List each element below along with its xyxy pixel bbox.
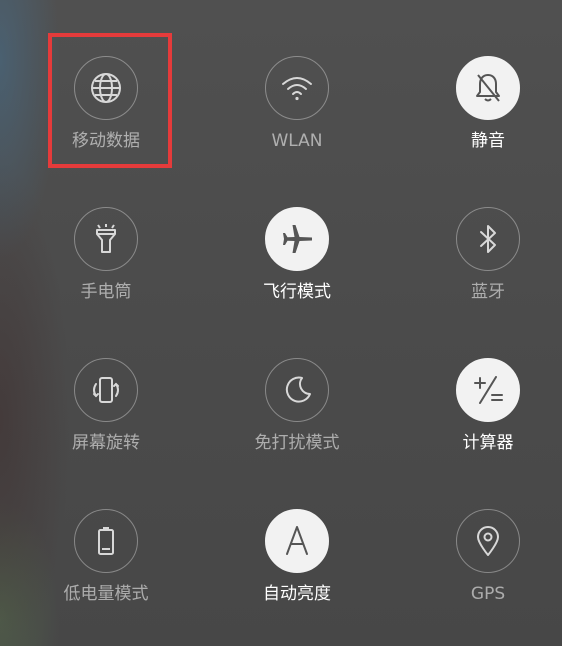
battery-saver-label: 低电量模式 [63,584,149,604]
rotation-toggle[interactable] [74,358,138,422]
flashlight-toggle[interactable] [74,207,138,271]
bell-off-icon [476,74,500,102]
wifi-icon [282,77,312,101]
tile-calculator[interactable]: 计算器 [408,358,562,478]
dnd-toggle[interactable] [265,358,329,422]
tile-battery-saver[interactable]: 低电量模式 [26,509,186,629]
tile-flashlight[interactable]: 手电筒 [26,207,186,327]
airplane-toggle[interactable] [265,207,329,271]
brightness-a-icon [286,526,308,555]
tile-auto-brightness[interactable]: 自动亮度 [217,509,377,629]
rotation-label: 屏幕旋转 [72,433,140,453]
flashlight-label: 手电筒 [80,282,132,302]
bluetooth-label: 蓝牙 [471,282,505,302]
silent-toggle[interactable] [456,56,520,120]
rotate-icon [93,377,119,403]
calculator-button[interactable] [456,358,520,422]
mobile-data-highlight-box [48,33,172,168]
wlan-toggle[interactable] [265,56,329,120]
gps-toggle[interactable] [456,509,520,573]
location-pin-icon [477,526,499,556]
bluetooth-toggle[interactable] [456,207,520,271]
airplane-label: 飞行模式 [263,282,331,302]
tile-silent[interactable]: 静音 [408,56,562,176]
tile-airplane[interactable]: 飞行模式 [217,207,377,327]
wlan-label: WLAN [271,131,323,151]
calculator-icon [474,376,503,404]
moon-icon [285,376,311,403]
tile-bluetooth[interactable]: 蓝牙 [408,207,562,327]
battery-saver-toggle[interactable] [74,509,138,573]
tile-dnd[interactable]: 免打扰模式 [217,358,377,478]
tile-gps[interactable]: GPS [408,509,562,629]
bluetooth-icon [480,225,496,253]
flashlight-icon [96,224,116,253]
tile-wlan[interactable]: WLAN [217,56,377,176]
silent-label: 静音 [471,131,505,151]
gps-label: GPS [470,584,506,604]
airplane-icon [283,225,312,253]
auto-brightness-label: 自动亮度 [263,584,331,604]
auto-brightness-toggle[interactable] [265,509,329,573]
battery-icon [98,527,114,555]
tile-rotation[interactable]: 屏幕旋转 [26,358,186,478]
calculator-label: 计算器 [462,433,514,453]
dnd-label: 免打扰模式 [254,433,340,453]
